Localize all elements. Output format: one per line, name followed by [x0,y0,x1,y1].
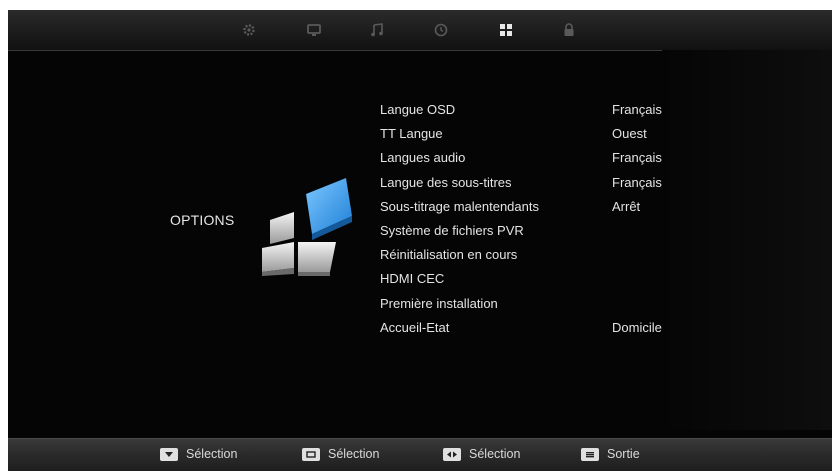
menu-row-langue-osd[interactable]: Langue OSD Français [380,98,680,122]
clock-icon[interactable] [431,20,451,40]
monitor-icon[interactable] [304,20,324,40]
gear-icon[interactable] [239,20,259,40]
options-menu: Langue OSD Français TT Langue Ouest Lang… [380,98,680,340]
menu-row-accueil-etat[interactable]: Accueil-Etat Domicile [380,316,680,340]
left-right-key-icon [443,447,461,461]
tv-screen: OPTIONS Langue OSD Français TT Langue Ou… [8,10,832,471]
hint-left-right-selection: Sélection [443,447,520,461]
menu-row-tt-langue[interactable]: TT Langue Ouest [380,122,680,146]
hint-menu-exit: Sortie [581,447,640,461]
menu-label: Accueil-Etat [380,319,450,335]
top-menu-bar [8,10,832,51]
menu-row-hdmi-cec[interactable]: HDMI CEC [380,267,680,291]
menu-label: Première installation [380,295,498,311]
menu-row-systeme-fichiers-pvr[interactable]: Système de fichiers PVR [380,219,680,243]
menu-label: Réinitialisation en cours [380,247,518,263]
hint-label: Sélection [328,447,380,461]
menu-row-sous-titrage-malentendants[interactable]: Sous-titrage malentendants Arrêt [380,195,680,219]
page-title: OPTIONS [170,212,235,228]
music-note-icon[interactable] [367,20,387,40]
menu-value: Français [612,150,662,166]
menu-label: Langues audio [380,150,466,166]
ok-key-icon [302,447,320,461]
menu-row-langues-audio[interactable]: Langues audio Français [380,146,680,170]
menu-label: Langue OSD [380,102,456,117]
hint-label: Sélection [469,447,521,461]
menu-label: Langue des sous-titres [380,174,512,190]
menu-label: Système de fichiers PVR [380,222,524,238]
bottom-hint-bar: Sélection Sélection Sélection Sortie [8,438,832,471]
right-panel-shade [662,50,832,430]
menu-value: Domicile [612,319,662,335]
menu-row-reinitialisation[interactable]: Réinitialisation en cours [380,243,680,267]
hint-ok-selection: Sélection [302,447,379,461]
options-logo-icon [262,178,352,276]
hint-down-selection: Sélection [160,447,237,461]
menu-label: TT Langue [380,126,443,142]
lock-icon[interactable] [559,20,579,40]
menu-value: Français [612,102,662,117]
menu-value: Arrêt [612,198,641,214]
menu-key-icon [581,447,599,461]
hint-label: Sélection [186,447,238,461]
grid-icon[interactable] [496,20,516,40]
menu-row-premiere-installation[interactable]: Première installation [380,292,680,316]
menu-row-langue-sous-titres[interactable]: Langue des sous-titres Français [380,171,680,195]
menu-value: Ouest [612,126,647,142]
down-key-icon [160,447,178,461]
menu-value: Français [612,174,662,190]
hint-label: Sortie [607,447,640,461]
menu-label: Sous-titrage malentendants [380,198,539,214]
menu-label: HDMI CEC [380,271,445,287]
